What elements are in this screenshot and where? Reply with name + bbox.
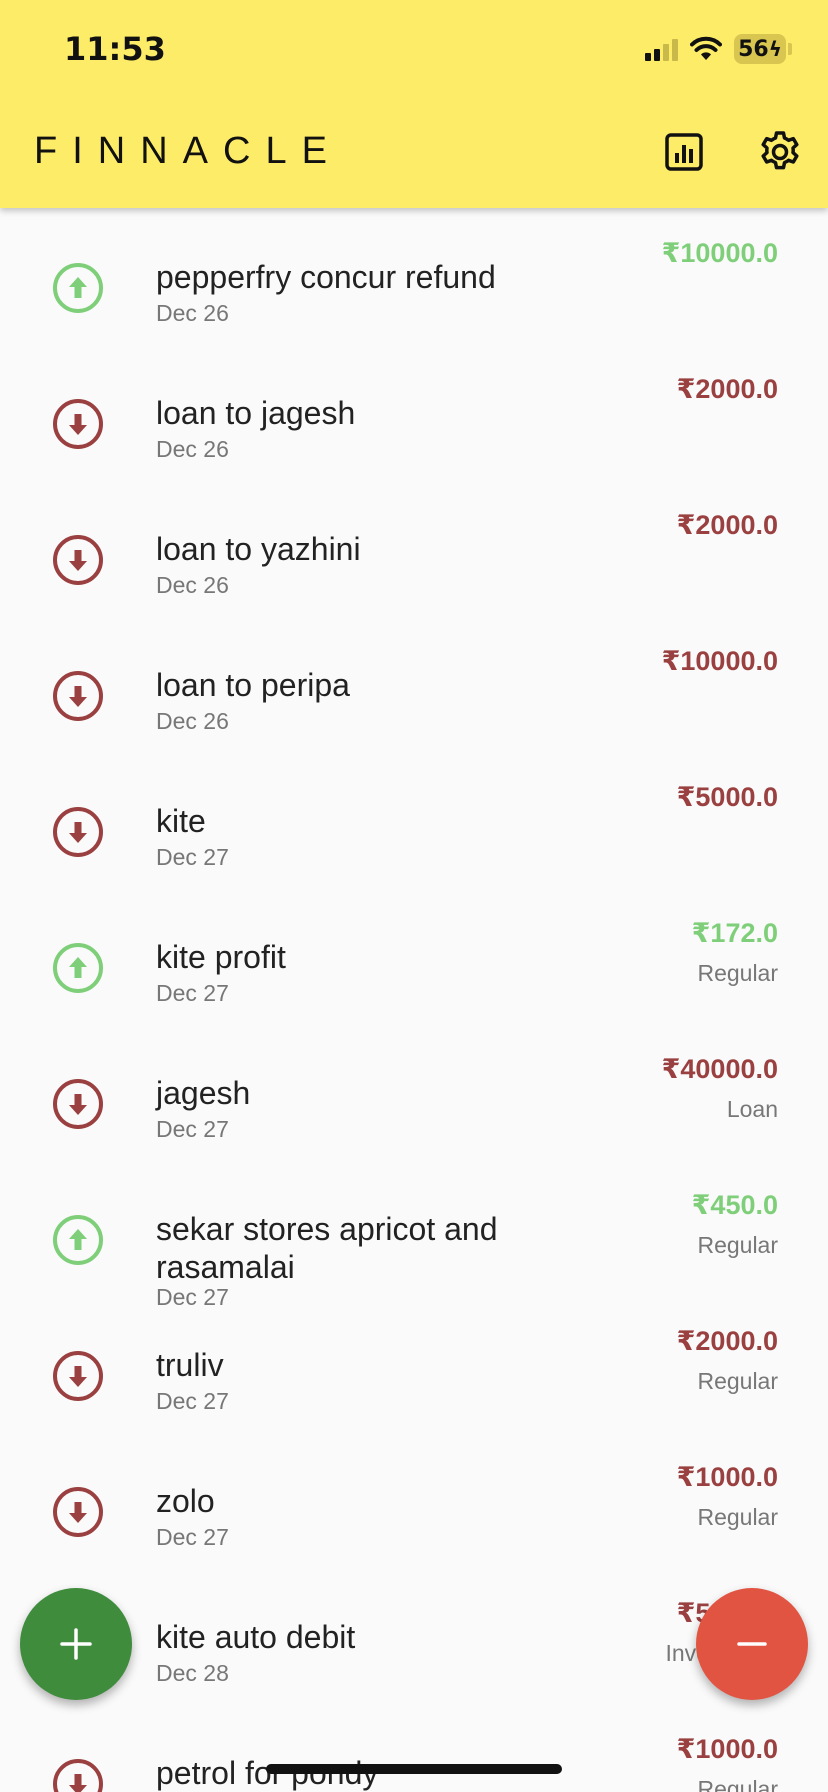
transaction-title: truliv xyxy=(156,1347,224,1383)
transaction-amount: ₹40000.0 xyxy=(661,1054,778,1084)
arrow-down-circle-icon xyxy=(53,671,103,721)
arrow-down-circle-icon xyxy=(53,1487,103,1537)
transaction-amount: ₹1000.0 xyxy=(676,1734,778,1764)
transaction-amount: ₹172.0 xyxy=(691,918,778,948)
transaction-amount: ₹2000.0 xyxy=(676,1326,778,1356)
transaction-title: kite xyxy=(156,803,206,839)
arrow-up-circle-icon xyxy=(53,943,103,993)
arrow-up-circle-icon xyxy=(53,1215,103,1265)
stats-icon xyxy=(665,133,703,171)
app-bar: 11:53 56 ϟ FINNACLE xyxy=(0,0,828,208)
wifi-icon xyxy=(690,36,722,60)
transaction-title: jagesh xyxy=(156,1075,251,1111)
add-income-button[interactable] xyxy=(20,1588,132,1700)
transaction-title: loan to peripa xyxy=(156,667,350,703)
home-indicator xyxy=(266,1764,562,1774)
transaction-category: Regular xyxy=(697,1776,778,1792)
settings-button[interactable] xyxy=(754,126,806,178)
transaction-row[interactable]: jagesh Dec 27 ₹40000.0 Loan xyxy=(0,1024,828,1160)
transaction-row[interactable]: sekar stores apricot and rasamalai Dec 27… xyxy=(0,1160,828,1310)
transaction-row[interactable]: loan to peripa Dec 26 ₹10000.0 xyxy=(0,616,828,752)
transaction-category: Regular xyxy=(697,1232,778,1258)
stats-button[interactable] xyxy=(658,126,710,178)
transaction-title: zolo xyxy=(156,1483,215,1519)
battery-indicator: 56 ϟ xyxy=(734,34,786,64)
arrow-down-circle-icon xyxy=(53,807,103,857)
transaction-title: sekar stores apricot and rasamalai xyxy=(156,1211,498,1285)
arrow-down-circle-icon xyxy=(53,1759,103,1792)
settings-gear-icon xyxy=(761,131,799,170)
arrow-down-circle-icon xyxy=(53,535,103,585)
battery-level: 56 xyxy=(738,36,769,62)
arrow-down-circle-icon xyxy=(53,1351,103,1401)
cellular-signal-icon xyxy=(645,37,678,61)
transaction-category: Regular xyxy=(697,1368,778,1394)
transaction-date: Dec 27 xyxy=(156,1524,229,1550)
transaction-row[interactable]: zolo Dec 27 ₹1000.0 Regular xyxy=(0,1432,828,1568)
battery-tip xyxy=(788,43,792,55)
transaction-title: pepperfry concur refund xyxy=(156,259,496,295)
transaction-amount: ₹10000.0 xyxy=(661,646,778,676)
transaction-date: Dec 27 xyxy=(156,1388,229,1414)
transaction-row[interactable]: kite profit Dec 27 ₹172.0 Regular xyxy=(0,888,828,1024)
transaction-row[interactable]: kite Dec 27 ₹5000.0 xyxy=(0,752,828,888)
arrow-down-circle-icon xyxy=(53,1079,103,1129)
transaction-title: loan to yazhini xyxy=(156,531,361,567)
transaction-row[interactable]: truliv Dec 27 ₹2000.0 Regular xyxy=(0,1296,828,1432)
transaction-date: Dec 26 xyxy=(156,436,229,462)
app-title: FINNACLE xyxy=(34,130,342,172)
transaction-amount: ₹450.0 xyxy=(691,1190,778,1220)
transaction-row[interactable]: petrol for pondy₹1000.0Regular xyxy=(0,1704,828,1792)
minus-icon xyxy=(737,1642,767,1646)
transaction-amount: ₹2000.0 xyxy=(676,374,778,404)
transaction-amount: ₹2000.0 xyxy=(676,510,778,540)
transaction-row[interactable]: loan to yazhini Dec 26 ₹2000.0 xyxy=(0,480,828,616)
transaction-date: Dec 27 xyxy=(156,1116,229,1142)
transaction-date: Dec 26 xyxy=(156,708,229,734)
transaction-date: Dec 27 xyxy=(156,980,229,1006)
transaction-category: Regular xyxy=(697,960,778,986)
transaction-title: kite profit xyxy=(156,939,286,975)
arrow-down-circle-icon xyxy=(53,399,103,449)
transaction-title: kite auto debit xyxy=(156,1619,356,1655)
transaction-date: Dec 26 xyxy=(156,572,229,598)
transaction-category: Regular xyxy=(697,1504,778,1530)
transaction-amount: ₹5000.0 xyxy=(676,782,778,812)
transaction-date: Dec 28 xyxy=(156,1660,229,1686)
transaction-amount: ₹10000.0 xyxy=(661,238,778,268)
transaction-row[interactable]: pepperfry concur refund Dec 26 ₹10000.0 xyxy=(0,208,828,344)
transaction-row[interactable]: loan to jagesh Dec 26 ₹2000.0 xyxy=(0,344,828,480)
arrow-up-circle-icon xyxy=(53,263,103,313)
transaction-amount: ₹1000.0 xyxy=(676,1462,778,1492)
status-icons: 56 ϟ xyxy=(645,32,792,66)
transaction-category: Loan xyxy=(726,1096,778,1122)
add-expense-button[interactable] xyxy=(696,1588,808,1700)
transaction-date: Dec 26 xyxy=(156,300,229,326)
plus-icon xyxy=(60,1628,92,1660)
transaction-title: loan to jagesh xyxy=(156,395,356,431)
status-time: 11:53 xyxy=(64,30,166,68)
transaction-date: Dec 27 xyxy=(156,844,229,870)
